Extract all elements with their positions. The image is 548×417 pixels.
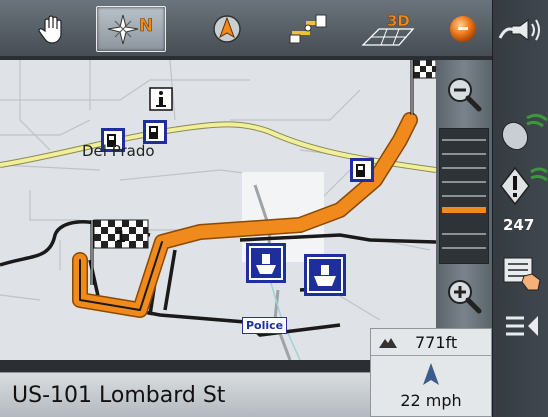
hand-icon [38, 15, 62, 44]
gas-station-icon-3 [350, 158, 374, 182]
info-poi-icon [149, 87, 173, 111]
orange-ball-icon [450, 16, 476, 42]
heading-up-button[interactable] [204, 6, 250, 52]
view-3d-button[interactable]: 3D [358, 6, 418, 52]
map-view[interactable]: Del Prado 1 Police [0, 60, 436, 360]
collapse-list-icon [506, 316, 538, 336]
zoom-in-icon [448, 280, 482, 314]
compass-arrow-icon [213, 15, 241, 43]
distance-readout: 247 [503, 216, 535, 234]
menu-list-button[interactable] [497, 250, 547, 294]
heading-arrow-icon [423, 363, 439, 385]
gas-station-icon-2 [143, 120, 167, 144]
trip-info-panel: 771ft 22 mph [370, 328, 492, 417]
map-toolbar: N 3D [0, 0, 492, 58]
mountain-icon [379, 338, 397, 348]
zoom-panel [436, 60, 492, 328]
gps-signal-button[interactable] [497, 110, 547, 154]
collapse-button[interactable] [497, 304, 547, 348]
ferry-terminal-icon [246, 243, 286, 283]
speaker-icon [498, 19, 540, 41]
compass-north-icon: N [107, 14, 154, 45]
pan-button[interactable] [30, 6, 76, 52]
zoom-scale[interactable] [439, 128, 489, 264]
satellite-dish-icon [501, 113, 547, 151]
menu-button[interactable] [438, 6, 488, 52]
sound-button[interactable] [497, 8, 547, 52]
destination-flag-icon [410, 60, 436, 115]
police-poi-label[interactable]: Police [242, 317, 288, 334]
north-up-button[interactable]: N [96, 6, 166, 52]
warning-button[interactable] [497, 164, 547, 208]
speed-value: 22 mph [400, 391, 462, 410]
zoom-out-button[interactable] [442, 72, 486, 116]
altitude-value: 771ft [415, 332, 458, 352]
menu-list-icon [503, 257, 541, 291]
route-button[interactable] [283, 6, 333, 52]
north-label: N [139, 16, 153, 36]
3d-view-icon: 3D [361, 12, 415, 46]
place-label: Del Prado [82, 142, 155, 160]
map-canvas [0, 60, 436, 360]
zoom-in-button[interactable] [442, 274, 486, 318]
altitude-row: 771ft [371, 329, 491, 356]
3d-label: 3D [387, 12, 410, 30]
start-flag-label: 1 [115, 227, 127, 246]
route-icon [289, 14, 327, 44]
current-street: US-101 Lombard St [0, 372, 370, 417]
ferry-terminal-icon-2 [304, 254, 346, 296]
warning-icon [500, 166, 547, 206]
zoom-level-indicator[interactable] [442, 207, 486, 213]
zoom-out-icon [448, 78, 482, 112]
right-sidebar: 247 [492, 0, 548, 417]
